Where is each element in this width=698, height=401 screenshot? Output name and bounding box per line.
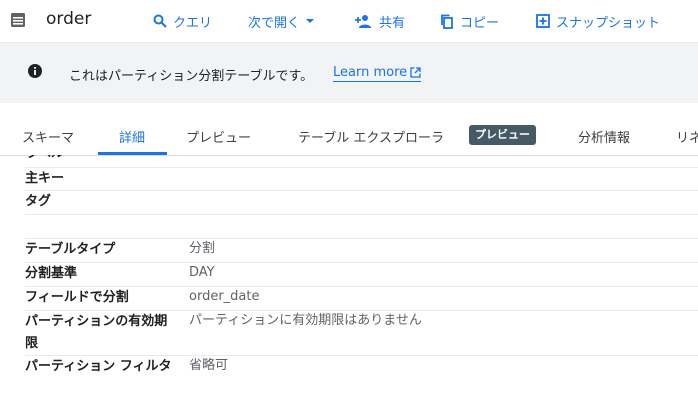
table-icon <box>11 13 25 27</box>
learn-more-label: Learn more <box>333 65 408 80</box>
partition-filter-value: 省略可 <box>189 358 229 373</box>
labels-row: ラベル <box>25 155 698 168</box>
tab-details[interactable]: 詳細 <box>119 127 145 146</box>
table-type-label: テーブルタイプ <box>25 242 116 257</box>
add-box-icon <box>536 14 550 28</box>
search-icon <box>153 14 167 28</box>
primary-key-row: 主キー <box>25 168 698 191</box>
table-title: order <box>46 9 92 29</box>
table-type-row: テーブルタイプ 分割 <box>25 239 698 263</box>
table-type-value: 分割 <box>189 241 216 256</box>
labels-label: ラベル <box>25 155 175 165</box>
query-button[interactable]: クエリ <box>153 11 212 31</box>
partition-filter-row: パーティション フィルタ 省略可 <box>25 356 698 400</box>
tab-bar: スキーマ 詳細 プレビュー テーブル エクスプローラ プレビュー 分析情報 リネ <box>0 103 698 156</box>
partition-field-label: フィールドで分割 <box>25 290 129 305</box>
partition-expiry-label: パーティションの有効期限 <box>25 314 168 351</box>
partition-expiry-row: パーティションの有効期限 パーティションに有効期限はありません <box>25 311 698 356</box>
tags-row: タグ <box>25 191 698 215</box>
copy-button-label: コピー <box>460 15 500 31</box>
partition-filter-label: パーティション フィルタ <box>25 359 172 374</box>
open-in-button[interactable]: 次で開く <box>248 11 316 31</box>
tab-insights[interactable]: 分析情報 <box>578 127 630 146</box>
open-in-new-icon <box>410 67 421 78</box>
learn-more-link[interactable]: Learn more <box>333 65 422 82</box>
tab-schema[interactable]: スキーマ <box>22 127 74 146</box>
tab-lineage[interactable]: リネ <box>676 127 698 146</box>
preview-badge: プレビュー <box>469 125 536 145</box>
partition-by-row: 分割基準 DAY <box>25 263 698 287</box>
info-banner: これはパーティション分割テーブルです。 Learn more <box>0 42 698 103</box>
copy-icon <box>441 14 453 29</box>
tab-preview[interactable]: プレビュー <box>186 127 251 146</box>
snapshot-button-label: スナップショット <box>556 15 661 31</box>
banner-message: これはパーティション分割テーブルです。 <box>69 69 314 84</box>
info-icon <box>28 64 42 78</box>
open-in-button-label: 次で開く <box>248 15 301 31</box>
primary-key-label: 主キー <box>25 171 65 186</box>
tab-table-explorer[interactable]: テーブル エクスプローラ <box>298 127 444 146</box>
partition-field-value: order_date <box>189 289 260 304</box>
arrow-drop-down-icon <box>306 19 315 23</box>
snapshot-button[interactable]: スナップショット <box>536 11 660 31</box>
tags-label: タグ <box>25 194 52 209</box>
copy-button[interactable]: コピー <box>440 11 499 31</box>
share-button-label: 共有 <box>379 15 406 31</box>
share-button[interactable]: 共有 <box>355 11 405 31</box>
query-button-label: クエリ <box>173 15 213 31</box>
details-panel: ラベル 主キー タグ テーブルタイプ 分割 分割基準 DAY フィールドで分割 … <box>0 155 698 401</box>
partition-field-row: フィールドで分割 order_date <box>25 287 698 311</box>
partition-expiry-value: パーティションに有効期限はありません <box>189 313 422 328</box>
person-add-icon <box>355 15 371 28</box>
toolbar: order クエリ 次で開く 共有 コピー スナップショット <box>0 0 698 42</box>
partition-by-value: DAY <box>189 265 215 280</box>
partition-by-label: 分割基準 <box>25 266 78 281</box>
spacer-row <box>25 215 698 239</box>
